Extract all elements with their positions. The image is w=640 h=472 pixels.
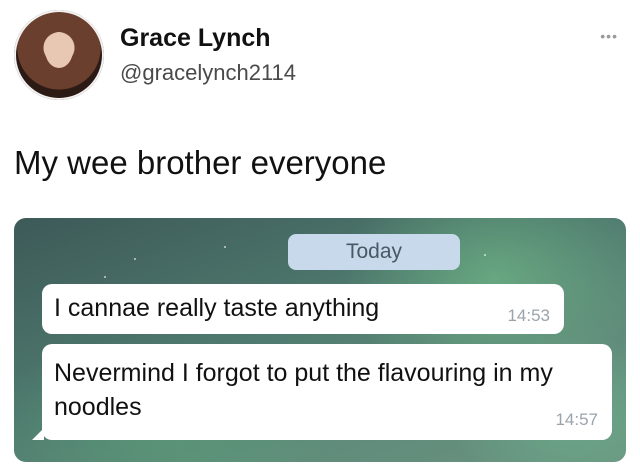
message-bubble: I cannae really taste anything 14:53 xyxy=(42,284,564,334)
profile-avatar[interactable] xyxy=(14,10,104,100)
message-bubble: Nevermind I forgot to put the flavouring… xyxy=(32,344,612,440)
more-options-icon[interactable]: ••• xyxy=(600,28,618,44)
date-chip: Today xyxy=(288,234,460,270)
author-name[interactable]: Grace Lynch xyxy=(120,24,271,53)
star-dot xyxy=(484,254,486,256)
star-dot xyxy=(104,276,106,278)
avatar-face xyxy=(45,32,73,68)
star-dot xyxy=(134,258,136,260)
message-text: Nevermind I forgot to put the flavouring… xyxy=(54,359,553,421)
message-text: I cannae really taste anything xyxy=(54,294,380,322)
message-time: 14:57 xyxy=(555,410,598,429)
star-dot xyxy=(224,246,226,248)
tweet-text: My wee brother everyone xyxy=(14,144,387,181)
message-time: 14:53 xyxy=(507,306,550,325)
author-handle[interactable]: @gracelynch2114 xyxy=(120,60,296,86)
chat-screenshot: Today I cannae really taste anything 14:… xyxy=(14,218,626,462)
